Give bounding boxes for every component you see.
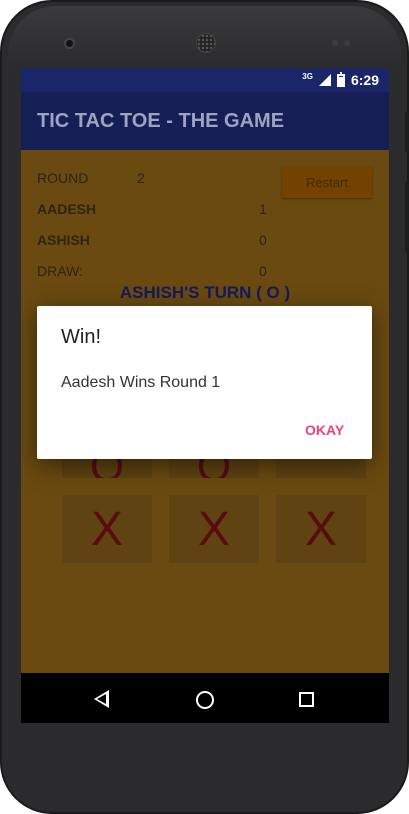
board-cell-r3c1[interactable]: X (62, 495, 152, 563)
status-bar: 3G 6:29 (21, 68, 389, 92)
win-dialog: Win! Aadesh Wins Round 1 OKAY (37, 306, 372, 459)
player2-score: 0 (259, 232, 267, 248)
signal-icon (318, 74, 331, 86)
network-type: 3G (302, 71, 313, 81)
app-bar: TIC TAC TOE - THE GAME (21, 92, 389, 150)
board-cell-r3c2[interactable]: X (169, 495, 259, 563)
volume-button (405, 112, 409, 152)
navigation-bar (21, 673, 389, 723)
dialog-title: Win! (61, 326, 101, 348)
player1-score: 1 (259, 201, 267, 217)
phone-frame: 3G 6:29 TIC TAC TOE - THE GAME ROUND 2 A… (0, 0, 409, 814)
back-icon[interactable] (94, 690, 109, 708)
okay-button[interactable]: OKAY (301, 416, 348, 444)
player2-name: ASHISH (37, 232, 90, 248)
front-camera (64, 38, 75, 49)
draw-label: DRAW: (37, 263, 83, 279)
dialog-message: Aadesh Wins Round 1 (61, 374, 221, 391)
home-icon[interactable] (196, 691, 214, 709)
power-button (405, 182, 409, 252)
earpiece-speaker (196, 33, 216, 53)
draw-value: 0 (259, 263, 267, 279)
device-screen: 3G 6:29 TIC TAC TOE - THE GAME ROUND 2 A… (21, 68, 389, 723)
app-title: TIC TAC TOE - THE GAME (37, 109, 285, 132)
round-value: 2 (137, 170, 145, 186)
board-cell-r3c3[interactable]: X (276, 495, 366, 563)
turn-indicator: ASHISH'S TURN ( O ) (119, 283, 291, 302)
battery-icon (336, 71, 345, 87)
light-sensor (344, 40, 350, 46)
recent-apps-icon[interactable] (299, 692, 314, 707)
player1-name: AADESH (37, 201, 97, 217)
proximity-sensor (332, 40, 338, 46)
restart-button[interactable]: Restart (282, 167, 372, 198)
status-time: 6:29 (350, 72, 379, 88)
round-label: ROUND (37, 170, 89, 186)
